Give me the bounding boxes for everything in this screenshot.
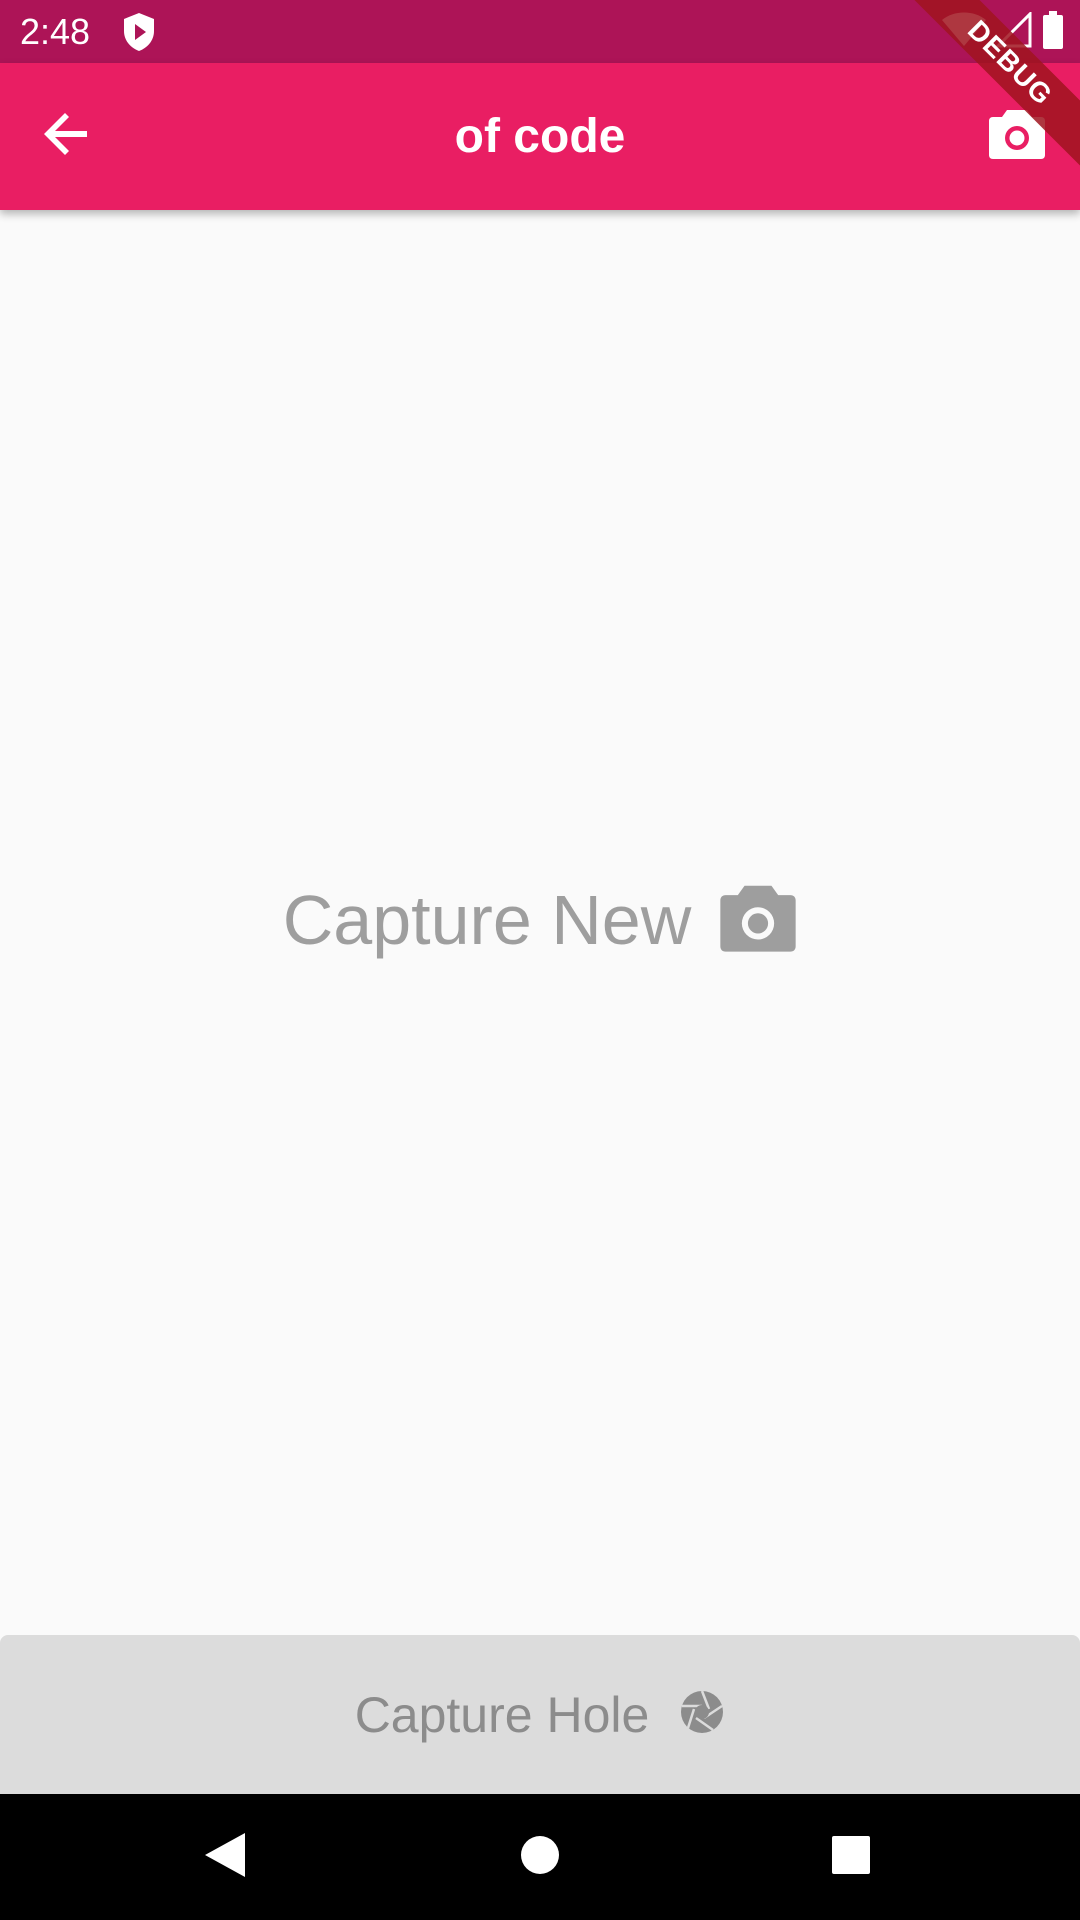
camera-icon	[719, 883, 797, 958]
arrow-back-icon	[43, 110, 91, 163]
capture-hole-button[interactable]: Capture Hole	[0, 1635, 1080, 1794]
back-button[interactable]	[34, 103, 100, 169]
screen: 2:48 of code DEBUG Capture New Capture H…	[0, 0, 1080, 1920]
nav-back-icon	[203, 1831, 247, 1884]
capture-new-button[interactable]: Capture New	[0, 880, 1080, 960]
status-time: 2:48	[20, 11, 91, 52]
page-title: of code	[454, 110, 626, 163]
main-content: Capture New	[0, 210, 1080, 1635]
battery-icon	[1042, 10, 1064, 54]
app-bar: of code	[0, 63, 1080, 210]
capture-new-label: Capture New	[282, 881, 692, 959]
shield-play-icon	[122, 12, 156, 52]
camera-shutter-icon	[679, 1689, 725, 1740]
status-bar: 2:48	[0, 0, 1080, 63]
system-nav-bar	[0, 1794, 1080, 1920]
nav-recents-icon	[831, 1835, 871, 1880]
nav-back-button[interactable]	[192, 1824, 258, 1890]
nav-home-icon	[519, 1834, 561, 1881]
capture-hole-label: Capture Hole	[354, 1686, 650, 1743]
nav-recents-button[interactable]	[818, 1824, 884, 1890]
nav-home-button[interactable]	[507, 1824, 573, 1890]
